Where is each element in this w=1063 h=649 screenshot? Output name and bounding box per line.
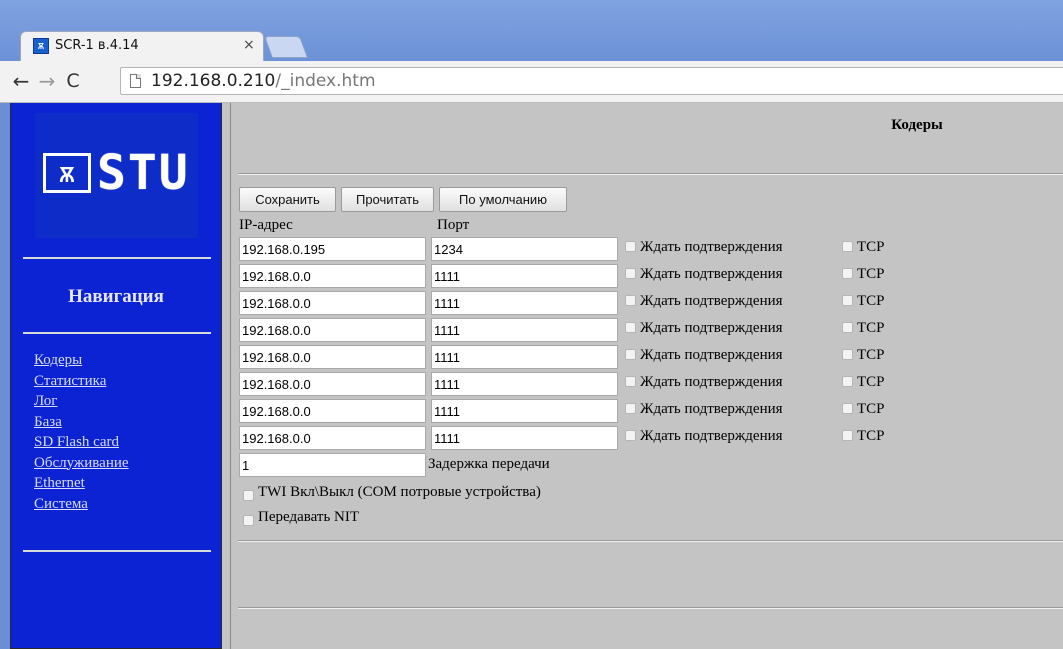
sidebar-divider: [23, 257, 211, 259]
tcp-checkbox[interactable]: [842, 403, 853, 414]
url-path: /_index.htm: [275, 71, 376, 91]
nav-links: Кодеры Статистика Лог База SD Flash card…: [34, 350, 129, 514]
tcp-label: TCP: [857, 239, 885, 255]
tcp-label: TCP: [857, 401, 885, 417]
ip-address-input[interactable]: [239, 372, 426, 396]
tcp-checkbox[interactable]: [842, 349, 853, 360]
close-tab-icon[interactable]: ×: [243, 37, 255, 53]
nav-link-database[interactable]: База: [34, 414, 62, 430]
sidebar: ѫ STU Навигация Кодеры Статистика Лог Ба…: [10, 103, 222, 649]
ip-address-input[interactable]: [239, 345, 426, 369]
nit-checkbox[interactable]: [243, 515, 254, 526]
wait-confirmation-label: Ждать подтверждения: [640, 347, 783, 363]
content-divider: [238, 607, 1063, 609]
tcp-label: TCP: [857, 347, 885, 363]
wait-confirmation-checkbox[interactable]: [625, 376, 636, 387]
port-input[interactable]: [431, 399, 618, 423]
wait-confirmation-label: Ждать подтверждения: [640, 374, 783, 390]
wait-confirmation-label: Ждать подтверждения: [640, 239, 783, 255]
twi-label: TWI Вкл\Выкл (COM потровые устройства): [258, 484, 541, 500]
tcp-checkbox[interactable]: [842, 295, 853, 306]
tcp-label: TCP: [857, 320, 885, 336]
nav-link-system[interactable]: Система: [34, 496, 88, 512]
port-input[interactable]: [431, 291, 618, 315]
logo-text: STU: [97, 145, 190, 201]
browser-toolbar: ← → C 192.168.0.210/_index.htm: [0, 61, 1063, 103]
delay-label: Задержка передачи: [428, 456, 550, 472]
new-tab-button[interactable]: [263, 36, 309, 58]
nit-label: Передавать NIT: [258, 509, 360, 525]
tcp-checkbox[interactable]: [842, 376, 853, 387]
port-input[interactable]: [431, 264, 618, 288]
logo-mark-icon: ѫ: [43, 153, 91, 193]
port-input[interactable]: [431, 237, 618, 261]
url-text: 192.168.0.210/_index.htm: [151, 71, 376, 91]
sidebar-divider: [23, 550, 211, 552]
wait-confirmation-checkbox[interactable]: [625, 241, 636, 252]
ip-address-input[interactable]: [239, 291, 426, 315]
tcp-label: TCP: [857, 428, 885, 444]
nav-link-log[interactable]: Лог: [34, 393, 57, 409]
reload-icon[interactable]: C: [60, 68, 86, 94]
back-arrow-icon[interactable]: ←: [8, 68, 34, 94]
tab-title: SCR-1 в.4.14: [55, 38, 139, 53]
wait-confirmation-label: Ждать подтверждения: [640, 266, 783, 282]
forward-arrow-icon[interactable]: →: [34, 68, 60, 94]
wait-confirmation-label: Ждать подтверждения: [640, 428, 783, 444]
wait-confirmation-checkbox[interactable]: [625, 349, 636, 360]
read-button[interactable]: Прочитать: [341, 187, 434, 212]
nav-link-coders[interactable]: Кодеры: [34, 352, 82, 368]
tcp-checkbox[interactable]: [842, 268, 853, 279]
content-divider: [238, 540, 1063, 542]
defaults-button[interactable]: По умолчанию: [439, 187, 567, 212]
nav-link-sd-card[interactable]: SD Flash card: [34, 434, 119, 450]
browser-chrome: ѫ SCR-1 в.4.14 × ← → C 192.168.0.210/_in…: [0, 0, 1063, 103]
page-icon: [130, 74, 141, 88]
page-title: Кодеры: [891, 117, 943, 133]
tcp-checkbox[interactable]: [842, 322, 853, 333]
tcp-label: TCP: [857, 374, 885, 390]
ip-address-input[interactable]: [239, 399, 426, 423]
tcp-label: TCP: [857, 266, 885, 282]
tcp-checkbox[interactable]: [842, 430, 853, 441]
ip-address-input[interactable]: [239, 264, 426, 288]
browser-tab[interactable]: ѫ SCR-1 в.4.14 ×: [20, 31, 264, 61]
wait-confirmation-label: Ждать подтверждения: [640, 293, 783, 309]
port-column-header: Порт: [437, 217, 470, 233]
wait-confirmation-checkbox[interactable]: [625, 268, 636, 279]
logo: ѫ STU: [35, 113, 198, 238]
url-host: 192.168.0.210: [151, 71, 276, 91]
wait-confirmation-checkbox[interactable]: [625, 403, 636, 414]
ip-address-input[interactable]: [239, 237, 426, 261]
port-input[interactable]: [431, 318, 618, 342]
nav-link-statistics[interactable]: Статистика: [34, 373, 106, 389]
ip-address-input[interactable]: [239, 318, 426, 342]
ip-column-header: IP-адрес: [239, 217, 293, 233]
wait-confirmation-checkbox[interactable]: [625, 295, 636, 306]
wait-confirmation-checkbox[interactable]: [625, 322, 636, 333]
nav-link-maintenance[interactable]: Обслуживание: [34, 455, 129, 471]
tcp-checkbox[interactable]: [842, 241, 853, 252]
port-input[interactable]: [431, 345, 618, 369]
nav-title: Навигация: [68, 286, 164, 307]
tcp-label: TCP: [857, 293, 885, 309]
sidebar-divider: [23, 332, 211, 334]
save-button[interactable]: Сохранить: [239, 187, 336, 212]
delay-input[interactable]: [239, 453, 426, 477]
port-input[interactable]: [431, 372, 618, 396]
nav-link-ethernet[interactable]: Ethernet: [34, 475, 85, 491]
ip-address-input[interactable]: [239, 426, 426, 450]
port-input[interactable]: [431, 426, 618, 450]
wait-confirmation-label: Ждать подтверждения: [640, 320, 783, 336]
wait-confirmation-checkbox[interactable]: [625, 430, 636, 441]
page-left-margin: [0, 103, 10, 649]
address-bar[interactable]: 192.168.0.210/_index.htm: [120, 67, 1063, 95]
twi-checkbox[interactable]: [243, 490, 254, 501]
content-border: [230, 103, 231, 649]
content-divider: [238, 173, 1063, 175]
main-content: Кодеры Сохранить Прочитать По умолчанию …: [222, 103, 1063, 649]
favicon-icon: ѫ: [33, 38, 49, 54]
wait-confirmation-label: Ждать подтверждения: [640, 401, 783, 417]
